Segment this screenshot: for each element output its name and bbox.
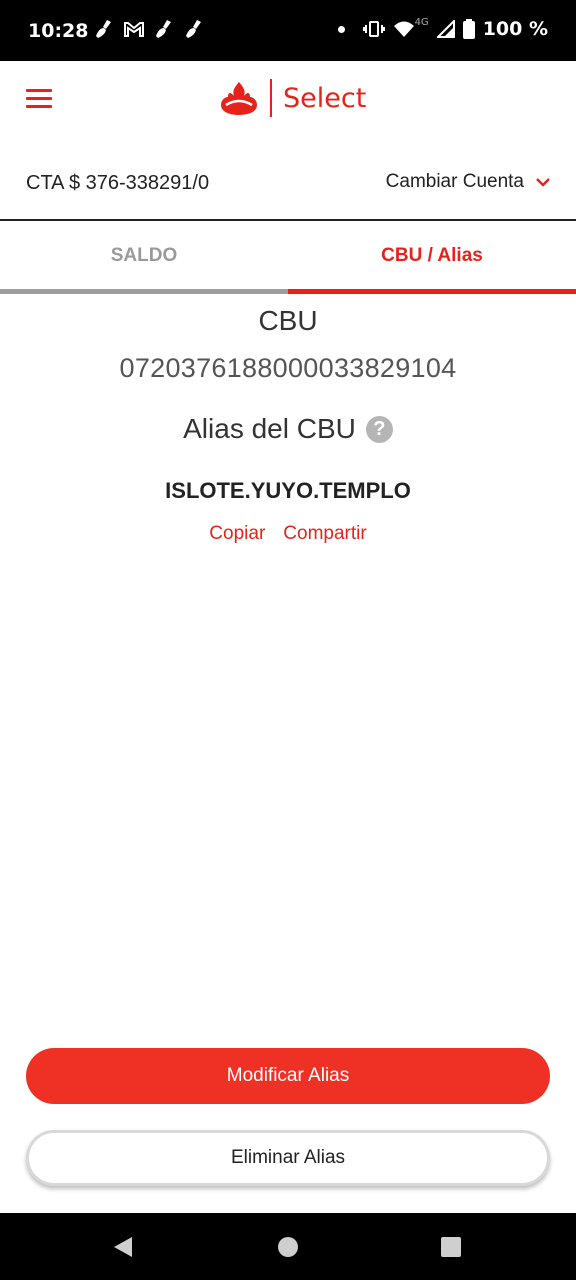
back-icon[interactable] bbox=[112, 1235, 134, 1259]
signal-icon bbox=[436, 20, 455, 38]
account-row: CTA $ 376-338291/0 Cambiar Cuenta bbox=[0, 141, 576, 221]
copy-alias-link[interactable]: Copiar bbox=[209, 523, 265, 545]
app-header: Select bbox=[0, 61, 576, 141]
tab-saldo-label: SALDO bbox=[110, 245, 178, 266]
tab-saldo-underline bbox=[0, 289, 288, 294]
vibrate-icon bbox=[362, 21, 385, 37]
delete-alias-button[interactable]: Eliminar Alias bbox=[26, 1130, 550, 1186]
tab-cbu-alias-label: CBU / Alias bbox=[381, 245, 483, 266]
tab-bar: SALDO CBU / Alias bbox=[0, 221, 576, 294]
tab-cbu-alias[interactable]: CBU / Alias bbox=[288, 221, 576, 294]
alias-title: Alias del CBU bbox=[183, 413, 356, 444]
wifi-icon bbox=[393, 21, 414, 37]
cbu-number: 0720376188000033829104 bbox=[119, 353, 457, 383]
home-icon[interactable] bbox=[277, 1235, 299, 1259]
change-account-label: Cambiar Cuenta bbox=[385, 171, 524, 192]
battery-level: 100 % bbox=[482, 18, 548, 40]
tab-saldo[interactable]: SALDO bbox=[0, 221, 288, 294]
logo-divider bbox=[270, 79, 272, 117]
broom-icon bbox=[186, 20, 201, 38]
notification-dot-icon bbox=[337, 25, 345, 33]
santander-select-logo: Select bbox=[220, 79, 366, 117]
battery-icon bbox=[462, 19, 475, 39]
logo-text: Select bbox=[283, 82, 367, 114]
modify-alias-button[interactable]: Modificar Alias bbox=[26, 1048, 550, 1104]
account-number: CTA $ 376-338291/0 bbox=[26, 172, 210, 194]
network-type: 4G bbox=[414, 16, 429, 28]
hamburger-menu-icon[interactable] bbox=[26, 89, 52, 109]
status-right: 4G 100 % bbox=[337, 16, 548, 40]
tab-cbu-alias-underline bbox=[288, 289, 576, 294]
recents-icon[interactable] bbox=[440, 1235, 462, 1259]
alias-title-row: Alias del CBU ? bbox=[0, 413, 576, 445]
cbu-label: CBU bbox=[258, 305, 318, 336]
chevron-down-icon bbox=[536, 177, 550, 187]
santander-flame-icon bbox=[221, 82, 257, 115]
alias-value: ISLOTE.YUYO.TEMPLO bbox=[165, 478, 411, 503]
gmail-icon bbox=[124, 22, 144, 37]
help-icon[interactable]: ? bbox=[365, 415, 393, 443]
share-alias-link[interactable]: Compartir bbox=[283, 523, 366, 545]
status-time: 10:28 bbox=[28, 20, 89, 42]
alias-actions: Copiar Compartir bbox=[0, 523, 576, 545]
change-account-button[interactable]: Cambiar Cuenta bbox=[386, 171, 550, 193]
broom-icon bbox=[96, 20, 111, 38]
notification-icons bbox=[93, 18, 205, 40]
status-bar: 10:28 4G 100 % bbox=[0, 0, 576, 61]
broom-icon bbox=[156, 20, 171, 38]
system-nav-bar bbox=[0, 1213, 576, 1280]
